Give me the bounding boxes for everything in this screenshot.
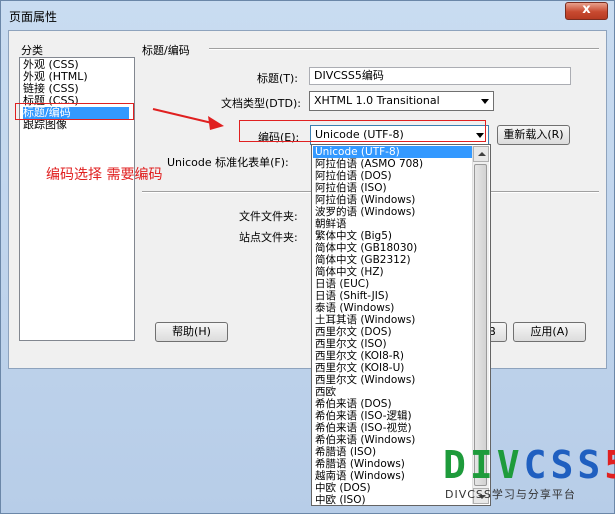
unicode-form-label: Unicode 标准化表单(F): bbox=[167, 156, 289, 169]
scroll-thumb[interactable] bbox=[474, 164, 487, 486]
scroll-up-icon[interactable] bbox=[473, 146, 489, 162]
close-icon: x bbox=[582, 2, 591, 17]
section-divider bbox=[209, 48, 599, 50]
window-title: 页面属性 bbox=[9, 10, 58, 24]
encoding-option[interactable]: 西欧 bbox=[313, 386, 473, 398]
encoding-option[interactable]: 阿拉伯语 (ASMO 708) bbox=[313, 158, 473, 170]
encoding-option[interactable]: 希伯来语 (DOS) bbox=[313, 398, 473, 410]
section-title: 标题/编码 bbox=[142, 44, 190, 57]
divcss5-logo: DIVCSS5 bbox=[443, 445, 615, 485]
encoding-option[interactable]: 西里尔文 (KOI8-U) bbox=[313, 362, 473, 374]
page-properties-dialog: 页面属性 x 分类 外观 (CSS) 外观 (HTML) 链接 (CSS) 标题 (C… bbox=[0, 0, 615, 514]
dialog-client-area: 分类 外观 (CSS) 外观 (HTML) 链接 (CSS) 标题 (CSS) 标题/编… bbox=[8, 30, 607, 369]
category-label: 分类 bbox=[21, 44, 43, 57]
doctype-value: XHTML 1.0 Transitional bbox=[314, 94, 440, 107]
encoding-option[interactable]: 希伯来语 (ISO-视觉) bbox=[313, 422, 473, 434]
title-bar[interactable]: 页面属性 x bbox=[1, 1, 614, 29]
chevron-down-icon bbox=[476, 92, 493, 110]
encoding-option[interactable]: 简体中文 (HZ) bbox=[313, 266, 473, 278]
watermark-subtitle: DIVCSS学习与分享平台 bbox=[445, 488, 576, 501]
highlight-encoding bbox=[239, 120, 486, 142]
encoding-option[interactable]: 朝鲜语 bbox=[313, 218, 473, 230]
encoding-option[interactable]: 西里尔文 (ISO) bbox=[313, 338, 473, 350]
annotation-arrow-icon bbox=[152, 108, 224, 130]
encoding-option[interactable]: 西里尔文 (Windows) bbox=[313, 374, 473, 386]
help-button[interactable]: 帮助(H) bbox=[155, 322, 228, 342]
title-input[interactable]: DIVCSS5编码 bbox=[309, 67, 571, 85]
encoding-option[interactable]: 阿拉伯语 (Windows) bbox=[313, 194, 473, 206]
encoding-option[interactable]: 阿拉伯语 (DOS) bbox=[313, 170, 473, 182]
encoding-option[interactable]: 波罗的语 (Windows) bbox=[313, 206, 473, 218]
category-list[interactable]: 外观 (CSS) 外观 (HTML) 链接 (CSS) 标题 (CSS) 标题/编码 跟踪… bbox=[19, 57, 135, 341]
encoding-option[interactable]: 西里尔文 (KOI8-R) bbox=[313, 350, 473, 362]
logo-part: 5 bbox=[604, 443, 615, 487]
encoding-option[interactable]: 简体中文 (GB2312) bbox=[313, 254, 473, 266]
encoding-option[interactable]: Unicode (UTF-8) bbox=[313, 146, 473, 158]
encoding-option[interactable]: 土耳其语 (Windows) bbox=[313, 314, 473, 326]
logo-part: CSS bbox=[523, 443, 605, 487]
logo-part: DIV bbox=[443, 443, 524, 487]
encoding-option[interactable]: 泰语 (Windows) bbox=[313, 302, 473, 314]
doc-folder-label: 文件文件夹: bbox=[239, 210, 298, 223]
encoding-option[interactable]: 繁体中文 (Big5) bbox=[313, 230, 473, 242]
annotation-text: 编码选择 需要编码 bbox=[46, 167, 163, 183]
reload-button[interactable]: 重新载入(R) bbox=[497, 125, 570, 145]
encoding-option[interactable]: 希伯来语 (ISO-逻辑) bbox=[313, 410, 473, 422]
doctype-select[interactable]: XHTML 1.0 Transitional bbox=[309, 91, 494, 111]
encoding-option[interactable]: 西里尔文 (DOS) bbox=[313, 326, 473, 338]
close-button[interactable]: x bbox=[565, 2, 608, 20]
encoding-option[interactable]: 日语 (EUC) bbox=[313, 278, 473, 290]
site-folder-label: 站点文件夹: bbox=[239, 231, 298, 244]
encoding-option[interactable]: 简体中文 (GB18030) bbox=[313, 242, 473, 254]
highlight-category bbox=[15, 103, 134, 120]
category-item[interactable]: 跟踪图像 bbox=[23, 119, 129, 131]
encoding-option[interactable]: 阿拉伯语 (ISO) bbox=[313, 182, 473, 194]
apply-button[interactable]: 应用(A) bbox=[513, 322, 586, 342]
title-field-label: 标题(T): bbox=[257, 72, 299, 85]
encoding-option[interactable]: 日语 (Shift-JIS) bbox=[313, 290, 473, 302]
doctype-label: 文档类型(DTD): bbox=[221, 97, 301, 110]
